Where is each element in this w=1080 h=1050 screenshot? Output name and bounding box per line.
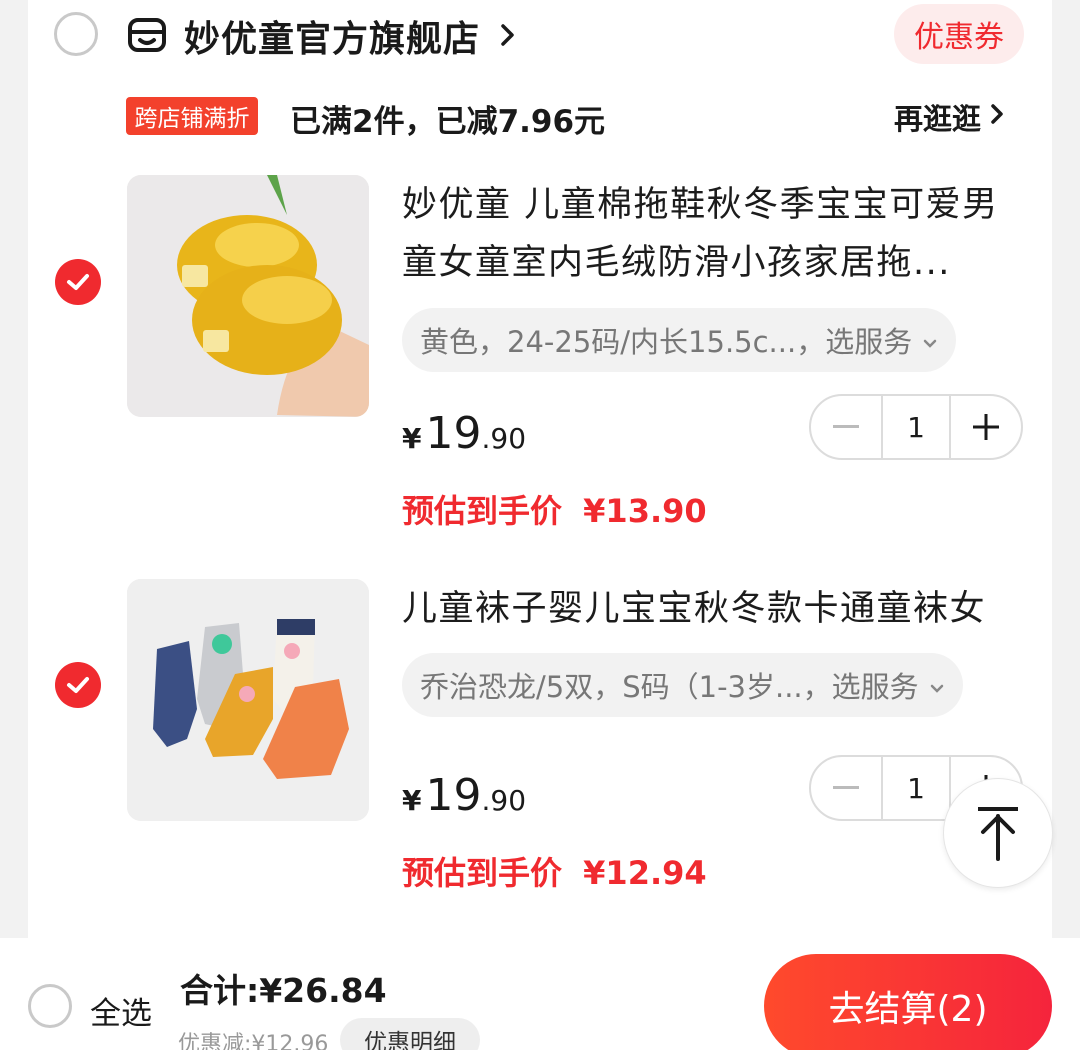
decrease-button[interactable] <box>811 396 881 458</box>
product-image-slippers[interactable] <box>127 175 369 417</box>
chevron-down-icon <box>929 668 945 702</box>
discount-amount: 优惠减:¥12.96 <box>178 1032 329 1050</box>
chevron-down-icon <box>922 323 938 357</box>
spec-selector[interactable]: 乔治恐龙/5双，S码（1-3岁...，选服务 <box>402 653 963 717</box>
quantity-stepper: 1 <box>809 394 1023 460</box>
store-name[interactable]: 妙优童官方旗舰店 <box>184 10 480 62</box>
price-integer: 19 <box>425 408 482 459</box>
chevron-right-icon[interactable] <box>498 20 518 50</box>
estimated-value: ¥13.90 <box>583 492 707 530</box>
item-checkbox[interactable] <box>55 662 101 708</box>
product-image-socks[interactable] <box>127 579 369 821</box>
coupon-button[interactable]: 优惠券 <box>894 4 1024 64</box>
price-decimal: .90 <box>481 784 527 817</box>
price-decimal: .90 <box>481 422 527 455</box>
check-icon <box>67 677 89 693</box>
back-to-top-button[interactable] <box>943 778 1053 888</box>
quantity-value[interactable]: 1 <box>881 757 951 819</box>
select-all-label[interactable]: 全选 <box>90 988 152 1033</box>
total-price: 合计:¥26.84 <box>180 971 387 1010</box>
product-title[interactable]: 儿童袜子婴儿宝宝秋冬款卡通童袜女 <box>402 580 1022 638</box>
spec-text: 乔治恐龙/5双，S码（1-3岁...，选服务 <box>420 670 919 704</box>
discount-detail-button[interactable]: 优惠明细 <box>340 1018 480 1050</box>
browse-more-link[interactable]: 再逛逛 <box>894 96 1005 138</box>
product-title[interactable]: 妙优童 儿童棉拖鞋秋冬季宝宝可爱男童女童室内毛绒防滑小孩家居拖... <box>402 176 1022 292</box>
estimated-price: 预估到手价 ¥13.90 <box>402 486 707 532</box>
select-all-radio[interactable] <box>28 984 72 1028</box>
back-to-top-icon <box>978 807 1018 861</box>
product-price: ¥ 19 .90 <box>402 408 526 459</box>
checkout-button[interactable]: 去结算(2) <box>764 954 1052 1050</box>
spec-selector[interactable]: 黄色，24-25码/内长15.5c...，选服务 <box>402 308 957 372</box>
estimated-label: 预估到手价 <box>402 492 563 530</box>
checkout-bar: 全选 合计:¥26.84 优惠减:¥12.96 优惠明细 去结算(2) <box>0 938 1080 1050</box>
spec-text: 黄色，24-25码/内长15.5c...，选服务 <box>420 325 913 359</box>
store-select-radio[interactable] <box>54 12 98 56</box>
plus-icon <box>973 414 999 440</box>
estimated-price: 预估到手价 ¥12.94 <box>402 848 707 894</box>
chevron-right-icon <box>989 100 1005 134</box>
decrease-button[interactable] <box>811 757 881 819</box>
promo-text: 已满2件，已减7.96元 <box>290 104 606 140</box>
price-currency: ¥ <box>402 422 422 455</box>
estimated-label: 预估到手价 <box>402 854 563 892</box>
price-integer: 19 <box>425 770 482 821</box>
product-price: ¥ 19 .90 <box>402 770 526 821</box>
minus-icon <box>833 786 859 789</box>
increase-button[interactable] <box>951 396 1021 458</box>
browse-more-label: 再逛逛 <box>894 102 982 136</box>
price-currency: ¥ <box>402 784 422 817</box>
check-icon <box>67 274 89 290</box>
promo-tag: 跨店铺满折 <box>126 97 258 135</box>
store-icon <box>126 14 168 56</box>
store-card: 妙优童官方旗舰店 优惠券 跨店铺满折 已满2件，已减7.96元 再逛逛 妙优童 … <box>28 0 1052 938</box>
estimated-value: ¥12.94 <box>583 854 707 892</box>
minus-icon <box>833 425 859 428</box>
item-checkbox[interactable] <box>55 259 101 305</box>
quantity-value[interactable]: 1 <box>881 396 951 458</box>
